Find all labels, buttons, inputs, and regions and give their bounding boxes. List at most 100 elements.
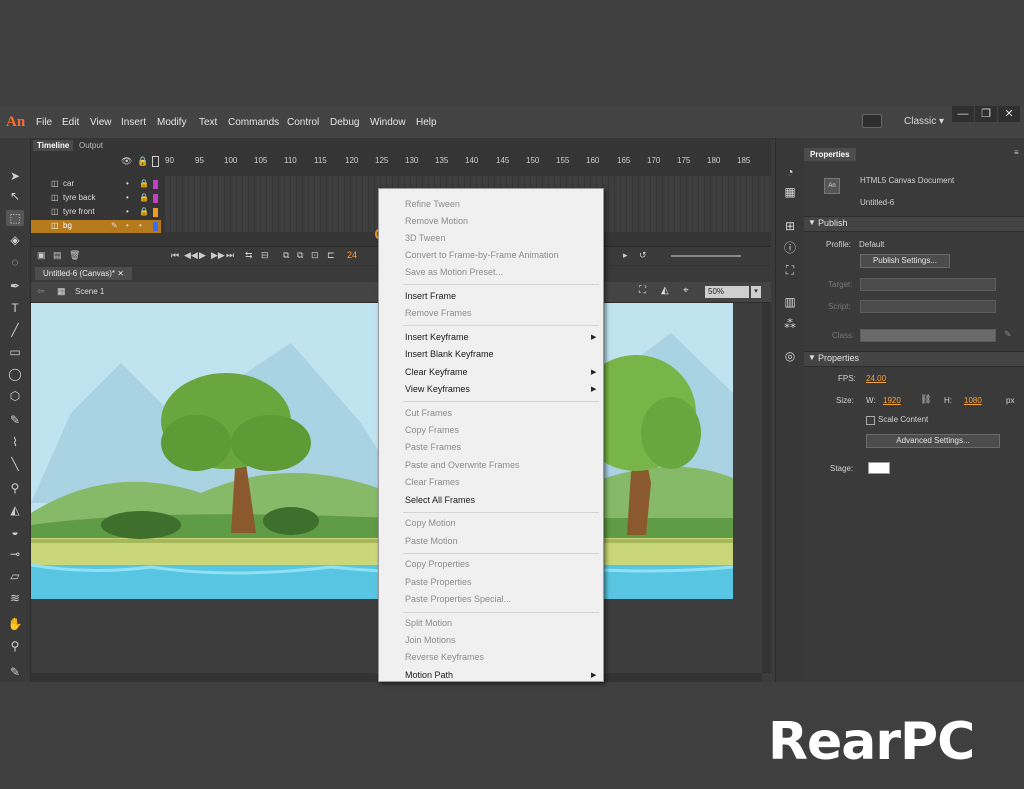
- minimize-button[interactable]: —: [952, 106, 974, 122]
- workspace-selector[interactable]: Classic ▾: [904, 116, 944, 127]
- menu-commands[interactable]: Commands: [228, 117, 279, 128]
- onion-skin-outlines-icon[interactable]: ⧉: [297, 250, 303, 261]
- align-panel-icon[interactable]: ⊞: [782, 218, 798, 234]
- menu-file[interactable]: File: [36, 117, 52, 128]
- library-panel-icon[interactable]: ▥: [782, 294, 798, 310]
- menu-view[interactable]: View: [90, 117, 112, 128]
- layer-row[interactable]: ◫ tyre back • 🔒: [31, 192, 161, 205]
- script-dropdown[interactable]: [860, 300, 996, 313]
- context-menu-item[interactable]: Insert Keyframe: [405, 332, 469, 342]
- pencil-icon[interactable]: ✎: [111, 221, 118, 230]
- layer-color-swatch[interactable]: [153, 180, 158, 189]
- lock-icon[interactable]: 🔒: [137, 156, 148, 167]
- free-transform-tool-icon[interactable]: ⬚: [6, 210, 24, 226]
- 3d-rotation-tool-icon[interactable]: ◈: [6, 232, 24, 248]
- paint-brush-tool-icon[interactable]: ⌇: [6, 434, 24, 450]
- play-icon[interactable]: ▶: [199, 250, 206, 261]
- target-dropdown[interactable]: [860, 278, 996, 291]
- new-layer-icon[interactable]: ▣: [37, 250, 46, 261]
- lock-icon[interactable]: 🔒: [139, 179, 149, 188]
- properties-section-header[interactable]: ▼ Properties: [804, 351, 1024, 367]
- scroll-right-icon[interactable]: ▸: [623, 250, 628, 261]
- modify-markers-icon[interactable]: ⊏: [327, 250, 335, 261]
- context-menu-item[interactable]: Insert Frame: [405, 291, 456, 301]
- edit-multiple-frames-icon[interactable]: ⊡: [311, 250, 319, 261]
- brush-tool-icon[interactable]: ╲: [6, 456, 24, 472]
- document-tab[interactable]: Untitled-6 (Canvas)* ✕: [35, 267, 132, 280]
- layer-color-swatch[interactable]: [153, 222, 158, 231]
- lasso-tool-icon[interactable]: ◌: [6, 254, 24, 270]
- oval-tool-icon[interactable]: ◯: [6, 366, 24, 382]
- pen-tool-icon[interactable]: ✒: [6, 278, 24, 294]
- publish-section-header[interactable]: ▼ Publish: [804, 216, 1024, 232]
- tab-properties[interactable]: Properties: [804, 148, 856, 161]
- scale-content-checkbox[interactable]: [866, 416, 875, 425]
- layer-row-selected[interactable]: ◫ bg ✎ • •: [31, 220, 161, 233]
- frame-zoom-slider[interactable]: [671, 255, 741, 257]
- advanced-settings-button[interactable]: Advanced Settings...: [866, 434, 1000, 448]
- color-panel-icon[interactable]: ◔: [782, 164, 798, 180]
- ink-bottle-tool-icon[interactable]: ◒: [6, 524, 24, 540]
- selection-tool-icon[interactable]: ➤: [6, 168, 24, 184]
- paint-bucket-tool-icon[interactable]: ◭: [6, 502, 24, 518]
- zoom-dropdown-icon[interactable]: ▾: [751, 286, 761, 298]
- link-icon[interactable]: ⛓: [920, 394, 931, 405]
- undo-scroll-icon[interactable]: ↺: [639, 250, 647, 261]
- loop-icon[interactable]: ⇆: [245, 250, 253, 261]
- layer-color-swatch[interactable]: [153, 194, 158, 203]
- pencil-tool-icon[interactable]: ✎: [6, 412, 24, 428]
- bone-tool-icon[interactable]: ⚲: [6, 480, 24, 496]
- back-arrow-icon[interactable]: ⇦: [37, 286, 45, 297]
- context-menu-item[interactable]: Select All Frames: [405, 495, 475, 505]
- restore-button[interactable]: ❐: [975, 106, 997, 122]
- lock-dot-icon[interactable]: •: [139, 221, 142, 230]
- context-menu-item[interactable]: View Keyframes: [405, 384, 470, 394]
- stage-color-swatch[interactable]: [868, 462, 890, 474]
- close-button[interactable]: ✕: [998, 106, 1020, 122]
- transform-panel-icon[interactable]: ⛶: [782, 262, 798, 278]
- next-frame-icon[interactable]: ▶▶: [211, 250, 225, 261]
- width-tool-icon[interactable]: ≋: [6, 590, 24, 606]
- width-value[interactable]: 1920: [883, 396, 901, 405]
- menu-modify[interactable]: Modify: [157, 117, 186, 128]
- zoom-field[interactable]: 50%: [705, 286, 749, 298]
- menu-control[interactable]: Control: [287, 117, 319, 128]
- edit-scene-icon[interactable]: ⛶: [639, 285, 646, 296]
- frame-ruler[interactable]: 90 95 100 105 110 115 120 125 130 135 14…: [165, 154, 765, 168]
- menu-window[interactable]: Window: [370, 117, 406, 128]
- eye-icon[interactable]: 👁: [121, 156, 132, 167]
- polystar-tool-icon[interactable]: ⬡: [6, 388, 24, 404]
- menu-debug[interactable]: Debug: [330, 117, 359, 128]
- center-stage-icon[interactable]: ⌖: [683, 285, 689, 296]
- onion-skin-icon[interactable]: ⧉: [283, 250, 289, 261]
- tab-output[interactable]: Output: [75, 140, 107, 151]
- text-tool-icon[interactable]: T: [6, 300, 24, 316]
- menu-insert[interactable]: Insert: [121, 117, 146, 128]
- class-field[interactable]: [860, 329, 996, 342]
- previous-frame-icon[interactable]: ◀◀: [184, 250, 198, 261]
- info-panel-icon[interactable]: ⓘ: [782, 240, 798, 256]
- line-tool-icon[interactable]: ╱: [6, 322, 24, 338]
- new-folder-icon[interactable]: ▤: [53, 250, 62, 261]
- rectangle-tool-icon[interactable]: ▭: [6, 344, 24, 360]
- height-value[interactable]: 1080: [964, 396, 982, 405]
- lock-icon[interactable]: 🔒: [139, 207, 149, 216]
- layer-color-swatch[interactable]: [153, 208, 158, 217]
- eraser-tool-icon[interactable]: ▱: [6, 568, 24, 584]
- swatches-panel-icon[interactable]: ▦: [782, 184, 798, 200]
- visible-dot-icon[interactable]: •: [126, 207, 129, 216]
- scene-name[interactable]: Scene 1: [75, 287, 104, 296]
- current-frame[interactable]: 24: [347, 250, 357, 260]
- visible-dot-icon[interactable]: •: [126, 193, 129, 202]
- lock-icon[interactable]: 🔒: [139, 193, 149, 202]
- layer-row[interactable]: ◫ tyre front • 🔒: [31, 206, 161, 219]
- visible-dot-icon[interactable]: •: [126, 221, 129, 230]
- stroke-color-icon[interactable]: ✎: [6, 664, 24, 680]
- hand-tool-icon[interactable]: ✋: [6, 616, 24, 632]
- cc-libraries-icon[interactable]: ◎: [782, 348, 798, 364]
- layer-row[interactable]: ◫ car • 🔒: [31, 178, 161, 191]
- menu-edit[interactable]: Edit: [62, 117, 79, 128]
- publish-settings-button[interactable]: Publish Settings...: [860, 254, 950, 268]
- components-panel-icon[interactable]: ⁂: [782, 316, 798, 332]
- center-frame-icon[interactable]: ⊟: [261, 250, 269, 261]
